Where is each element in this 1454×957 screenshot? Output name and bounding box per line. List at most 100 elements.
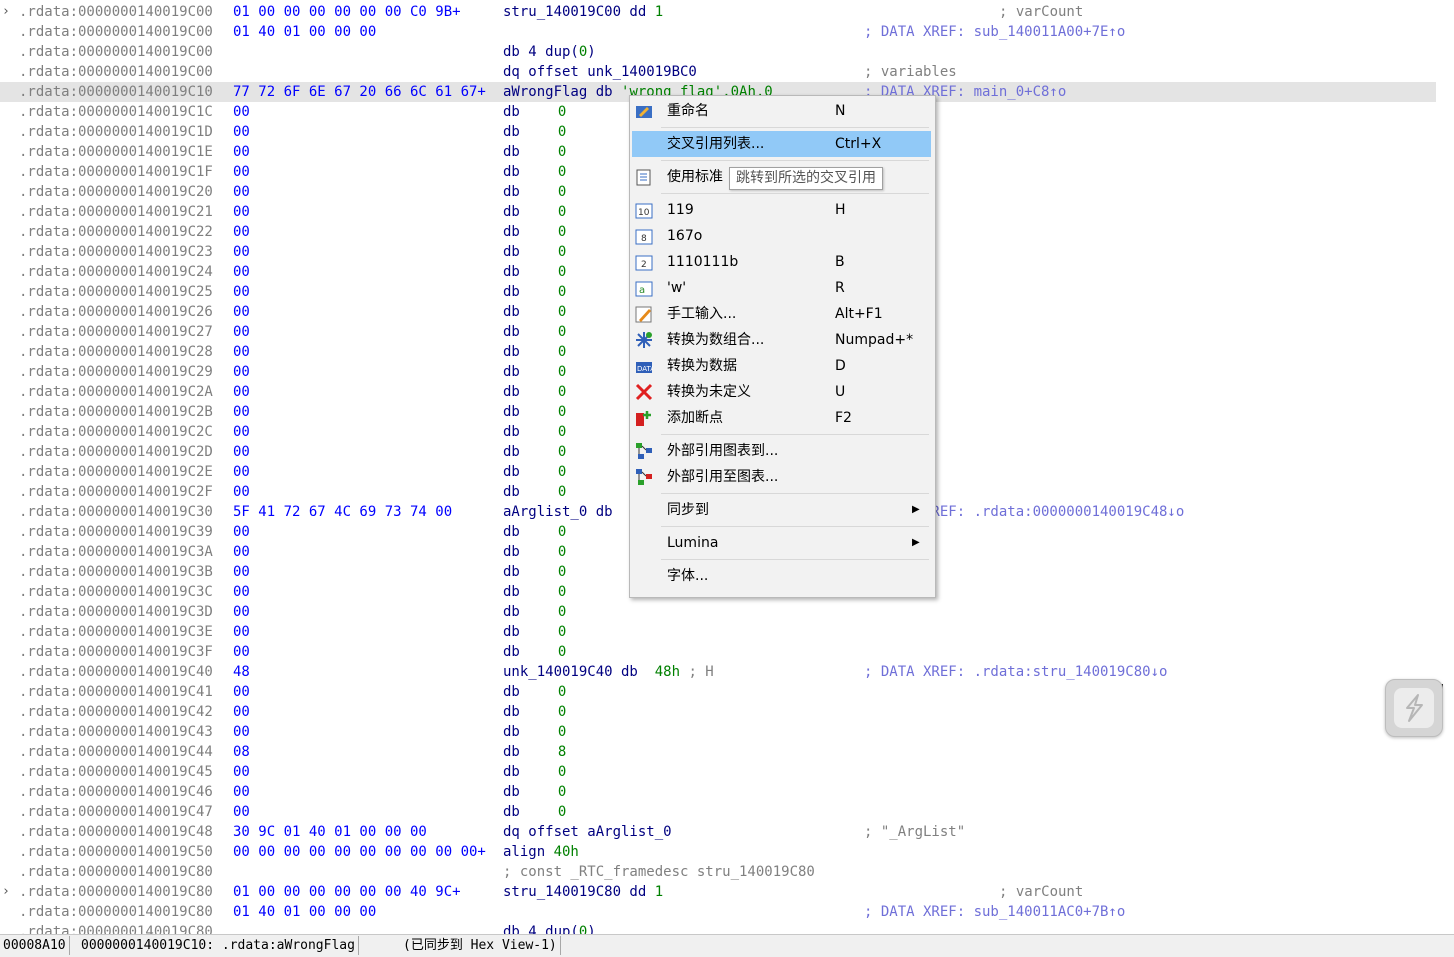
line-instruction[interactable]: db (503, 102, 520, 122)
menu-item-rename[interactable]: 重命名 N (632, 98, 931, 124)
line-bytes[interactable]: 00 (233, 562, 250, 582)
line-label[interactable]: stru_140019C00 dd (503, 2, 655, 22)
line-bytes[interactable]: 00 (233, 802, 250, 822)
line-instruction[interactable]: db (503, 302, 520, 322)
line-address[interactable]: .rdata:0000000140019C80 (19, 902, 213, 922)
line-instruction-tail[interactable]: ) (587, 922, 595, 934)
line-address[interactable]: .rdata:0000000140019C10 (19, 82, 213, 102)
line-bytes[interactable]: 77 72 6F 6E 67 20 66 6C 61 67+ (233, 82, 486, 102)
line-operand[interactable]: 0 (558, 622, 566, 642)
line-operand[interactable]: 0 (558, 342, 566, 362)
menu-item-xref-graph-to[interactable]: 外部引用图表到... (632, 438, 931, 464)
menu-item-manual[interactable]: 手工输入... Alt+F1 (632, 301, 931, 327)
menu-item-breakpoint[interactable]: 添加断点 F2 (632, 405, 931, 431)
line-address[interactable]: .rdata:0000000140019C2E (19, 462, 213, 482)
line-instruction[interactable]: db (503, 202, 520, 222)
line-operand[interactable]: 0 (558, 402, 566, 422)
line-address[interactable]: .rdata:0000000140019C28 (19, 342, 213, 362)
line-instruction[interactable]: db (503, 362, 520, 382)
line-instruction[interactable]: db (503, 162, 520, 182)
menu-item-xref-graph-from[interactable]: 外部引用至图表... (632, 464, 931, 490)
line-bytes[interactable]: 00 (233, 342, 250, 362)
line-operand[interactable]: 0 (558, 602, 566, 622)
line-operand[interactable]: 0 (558, 202, 566, 222)
menu-item-decimal[interactable]: 10 119 H (632, 197, 931, 223)
line-label[interactable]: unk_140019C40 db (503, 662, 655, 682)
line-bytes[interactable]: 00 (233, 582, 250, 602)
line-operand[interactable]: 0 (558, 582, 566, 602)
line-bytes[interactable]: 00 (233, 722, 250, 742)
line-instruction[interactable]: dq offset unk_140019BC0 (503, 62, 697, 82)
line-address[interactable]: .rdata:0000000140019C20 (19, 182, 213, 202)
listing-line[interactable]: .rdata:0000000140019C42 00 db 0 (0, 702, 1436, 722)
menu-item-undefine[interactable]: 转换为未定义 U (632, 379, 931, 405)
line-address[interactable]: .rdata:0000000140019C39 (19, 522, 213, 542)
line-bytes[interactable]: 00 (233, 202, 250, 222)
line-address[interactable]: .rdata:0000000140019C41 (19, 682, 213, 702)
line-address[interactable]: .rdata:0000000140019C50 (19, 842, 213, 862)
listing-line[interactable]: .rdata:0000000140019C80 db 4 dup(0) (0, 922, 1436, 934)
line-instruction[interactable]: db (503, 122, 520, 142)
listing-line[interactable]: .rdata:0000000140019C41 00 db 0 (0, 682, 1436, 702)
vertical-scrollbar[interactable] (1436, 0, 1454, 934)
menu-item-array[interactable]: 转换为数组合... Numpad+* (632, 327, 931, 353)
line-bytes[interactable]: 00 (233, 142, 250, 162)
line-instruction[interactable]: db (503, 422, 520, 442)
line-operand[interactable]: 0 (579, 922, 587, 934)
line-operand[interactable]: 0 (558, 462, 566, 482)
line-address[interactable]: .rdata:0000000140019C1E (19, 142, 213, 162)
line-bytes[interactable]: 00 (233, 762, 250, 782)
line-operand[interactable]: 8 (558, 742, 566, 762)
listing-line[interactable]: .rdata:0000000140019C44 08 db 8 (0, 742, 1436, 762)
line-bytes[interactable]: 00 (233, 122, 250, 142)
line-bytes[interactable]: 00 (233, 622, 250, 642)
line-bytes[interactable]: 00 (233, 542, 250, 562)
line-address[interactable]: .rdata:0000000140019C2D (19, 442, 213, 462)
line-comment[interactable]: ; varCount (999, 882, 1083, 902)
line-comment[interactable]: ; varCount (999, 2, 1083, 22)
line-bytes[interactable]: 5F 41 72 67 4C 69 73 74 00 (233, 502, 452, 522)
line-operand[interactable]: 0 (558, 162, 566, 182)
line-instruction[interactable]: db (503, 542, 520, 562)
line-address[interactable]: .rdata:0000000140019C47 (19, 802, 213, 822)
line-operand[interactable]: 0 (558, 642, 566, 662)
line-operand[interactable]: 0 (558, 302, 566, 322)
line-address[interactable]: .rdata:0000000140019C00 (19, 2, 213, 22)
line-address[interactable]: .rdata:0000000140019C42 (19, 702, 213, 722)
line-bytes[interactable]: 00 (233, 362, 250, 382)
line-address[interactable]: .rdata:0000000140019C22 (19, 222, 213, 242)
listing-line[interactable]: .rdata:0000000140019C80 01 40 01 00 00 00… (0, 902, 1436, 922)
line-operand[interactable]: 0 (558, 222, 566, 242)
listing-line[interactable]: .rdata:0000000140019C80 ; const _RTC_fram… (0, 862, 1436, 882)
line-instruction[interactable]: db (503, 442, 520, 462)
line-bytes[interactable]: 01 40 01 00 00 00 (233, 902, 376, 922)
line-comment[interactable]: ; DATA XREF: sub_140011A00+7E↑o (864, 22, 1125, 42)
line-address[interactable]: .rdata:0000000140019C24 (19, 262, 213, 282)
listing-line[interactable]: › .rdata:0000000140019C80 01 00 00 00 00 0… (0, 882, 1436, 902)
line-address[interactable]: .rdata:0000000140019C80 (19, 882, 213, 902)
line-operand[interactable]: 0 (558, 482, 566, 502)
line-operand[interactable]: 0 (558, 382, 566, 402)
line-instruction[interactable]: db (503, 322, 520, 342)
line-address[interactable]: .rdata:0000000140019C2B (19, 402, 213, 422)
line-instruction[interactable]: db (503, 262, 520, 282)
line-operand[interactable]: 0 (558, 782, 566, 802)
line-bytes[interactable]: 01 40 01 00 00 00 (233, 22, 376, 42)
menu-item-xref-list[interactable]: 交叉引用列表... Ctrl+X (632, 131, 931, 157)
line-operand[interactable]: 0 (579, 42, 587, 62)
listing-line[interactable]: .rdata:0000000140019C3E 00 db 0 (0, 622, 1436, 642)
line-bytes[interactable]: 08 (233, 742, 250, 762)
listing-line[interactable]: .rdata:0000000140019C00 01 40 01 00 00 00… (0, 22, 1436, 42)
listing-line[interactable]: .rdata:0000000140019C00 db 4 dup(0) (0, 42, 1436, 62)
line-bytes[interactable]: 00 (233, 462, 250, 482)
expand-chevron-icon[interactable]: › (2, 882, 10, 902)
line-operand[interactable]: 0 (558, 142, 566, 162)
line-label[interactable]: aArglist_0 db (503, 502, 621, 522)
line-instruction[interactable]: db (503, 142, 520, 162)
line-address[interactable]: .rdata:0000000140019C3B (19, 562, 213, 582)
line-address[interactable]: .rdata:0000000140019C1C (19, 102, 213, 122)
line-address[interactable]: .rdata:0000000140019C21 (19, 202, 213, 222)
line-operand[interactable]: 0 (558, 802, 566, 822)
line-instruction[interactable]: db (503, 782, 520, 802)
line-instruction[interactable]: db (503, 602, 520, 622)
